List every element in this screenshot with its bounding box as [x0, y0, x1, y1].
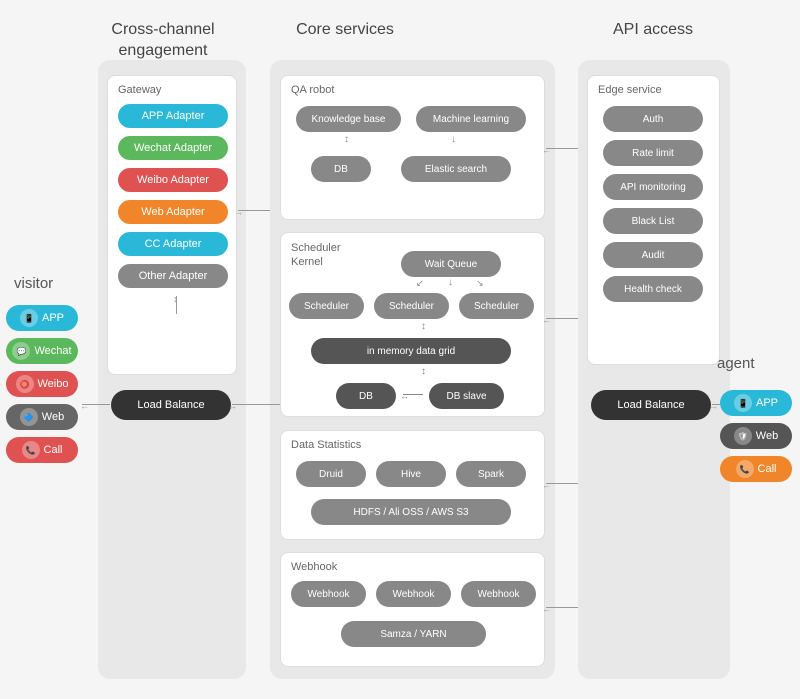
wechat-adapter-btn[interactable]: Wechat Adapter	[118, 136, 228, 160]
db-btn[interactable]: DB	[311, 156, 371, 182]
data-stats-box: Data Statistics Druid Hive Spark HDFS / …	[280, 430, 545, 540]
qa-robot-box: QA robot Knowledge base Machine learning…	[280, 75, 545, 220]
spark-btn[interactable]: Spark	[456, 461, 526, 487]
cross-channel-load-balance[interactable]: Load Balance	[111, 390, 231, 420]
knowledge-base-btn[interactable]: Knowledge base	[296, 106, 401, 132]
data-api-sym: ←	[542, 480, 551, 490]
webhook-box: Webhook Webhook Webhook Webhook Samza / …	[280, 552, 545, 667]
api-load-balance[interactable]: Load Balance	[591, 390, 711, 420]
data-stats-label: Data Statistics	[291, 439, 361, 451]
visitor-web[interactable]: 🔷 Web	[6, 404, 78, 430]
health-check-btn[interactable]: Health check	[603, 276, 703, 302]
qa-arrow2: ↓	[451, 134, 456, 145]
wq-arrow1: ↙	[416, 278, 424, 289]
hdfs-btn[interactable]: HDFS / Ali OSS / AWS S3	[311, 499, 511, 525]
diagram-container: Cross-channelengagement Core services AP…	[0, 0, 800, 699]
db-arrow-sym: ↔	[400, 391, 409, 401]
rate-limit-btn[interactable]: Rate limit	[603, 140, 703, 166]
agent-app[interactable]: 📱 APP	[720, 390, 792, 416]
elastic-search-btn[interactable]: Elastic search	[401, 156, 511, 182]
in-memory-btn[interactable]: in memory data grid	[311, 338, 511, 364]
visitor-call[interactable]: 📞 Call	[6, 437, 78, 463]
agent-web[interactable]: 🛡 Web	[720, 423, 792, 449]
cc-adapter-btn[interactable]: CC Adapter	[118, 232, 228, 256]
cross-channel-header: Cross-channelengagement	[103, 20, 223, 62]
agent-call[interactable]: 📞 Call	[720, 456, 792, 482]
druid-btn[interactable]: Druid	[296, 461, 366, 487]
arrow-up-symbol: ↕	[173, 294, 178, 304]
api-access-header: API access	[608, 20, 698, 41]
visitor-wechat[interactable]: 💬 Wechat	[6, 338, 78, 364]
scheduler-db-btn[interactable]: DB	[336, 383, 396, 409]
webhook1-btn[interactable]: Webhook	[291, 581, 366, 607]
webhook-api-sym: ←	[542, 604, 551, 614]
audit-btn[interactable]: Audit	[603, 242, 703, 268]
qa-robot-label: QA robot	[291, 84, 334, 96]
mem-to-db-arrow: ↕	[421, 366, 426, 377]
webhook2-btn[interactable]: Webhook	[376, 581, 451, 607]
webhook3-btn[interactable]: Webhook	[461, 581, 536, 607]
wq-arrow3: ↘	[476, 278, 484, 289]
visitor-weibo[interactable]: ⭕ Weibo	[6, 371, 78, 397]
sched-to-mem-arrow: ↕	[421, 321, 426, 332]
lb-arrow-symbol: ←	[80, 401, 89, 411]
gateway-box: Gateway APP Adapter Wechat Adapter Weibo…	[107, 75, 237, 375]
scheduler1-btn[interactable]: Scheduler	[289, 293, 364, 319]
web-adapter-btn[interactable]: Web Adapter	[118, 200, 228, 224]
qa-arrow1: ↕	[344, 134, 349, 145]
scheduler3-btn[interactable]: Scheduler	[459, 293, 534, 319]
db-slave-btn[interactable]: DB slave	[429, 383, 504, 409]
machine-learning-btn[interactable]: Machine learning	[416, 106, 526, 132]
edge-service-box: Edge service Auth Rate limit API monitor…	[587, 75, 720, 365]
app-adapter-btn[interactable]: APP Adapter	[118, 104, 228, 128]
edge-service-label: Edge service	[598, 84, 662, 96]
cc-to-core-arrow	[232, 404, 280, 405]
api-monitoring-btn[interactable]: API monitoring	[603, 174, 703, 200]
webhook-label: Webhook	[291, 561, 337, 573]
scheduler2-btn[interactable]: Scheduler	[374, 293, 449, 319]
hive-btn[interactable]: Hive	[376, 461, 446, 487]
scheduler-kernel-label: Scheduler Kernel	[291, 241, 346, 270]
api-agent-sym: →	[709, 401, 718, 411]
sched-api-sym: ←	[542, 315, 551, 325]
qa-api-arrow-sym: ←	[542, 145, 551, 155]
samza-btn[interactable]: Samza / YARN	[341, 621, 486, 647]
core-services-header: Core services	[290, 20, 400, 41]
auth-btn[interactable]: Auth	[603, 106, 703, 132]
gateway-arrow-symbol: →	[234, 207, 243, 217]
wq-arrow2: ↓	[448, 277, 453, 288]
visitor-app[interactable]: 📱 APP	[6, 305, 78, 331]
scheduler-box: Scheduler Kernel Wait Queue ↙ ↓ ↘ Schedu…	[280, 232, 545, 417]
weibo-adapter-btn[interactable]: Weibo Adapter	[118, 168, 228, 192]
gateway-label: Gateway	[118, 84, 161, 96]
wait-queue-btn[interactable]: Wait Queue	[401, 251, 501, 277]
cc-core-sym: ↔	[228, 401, 237, 411]
agent-label: agent	[717, 355, 755, 372]
black-list-btn[interactable]: Black List	[603, 208, 703, 234]
visitor-label: visitor	[14, 275, 53, 292]
other-adapter-btn[interactable]: Other Adapter	[118, 264, 228, 288]
